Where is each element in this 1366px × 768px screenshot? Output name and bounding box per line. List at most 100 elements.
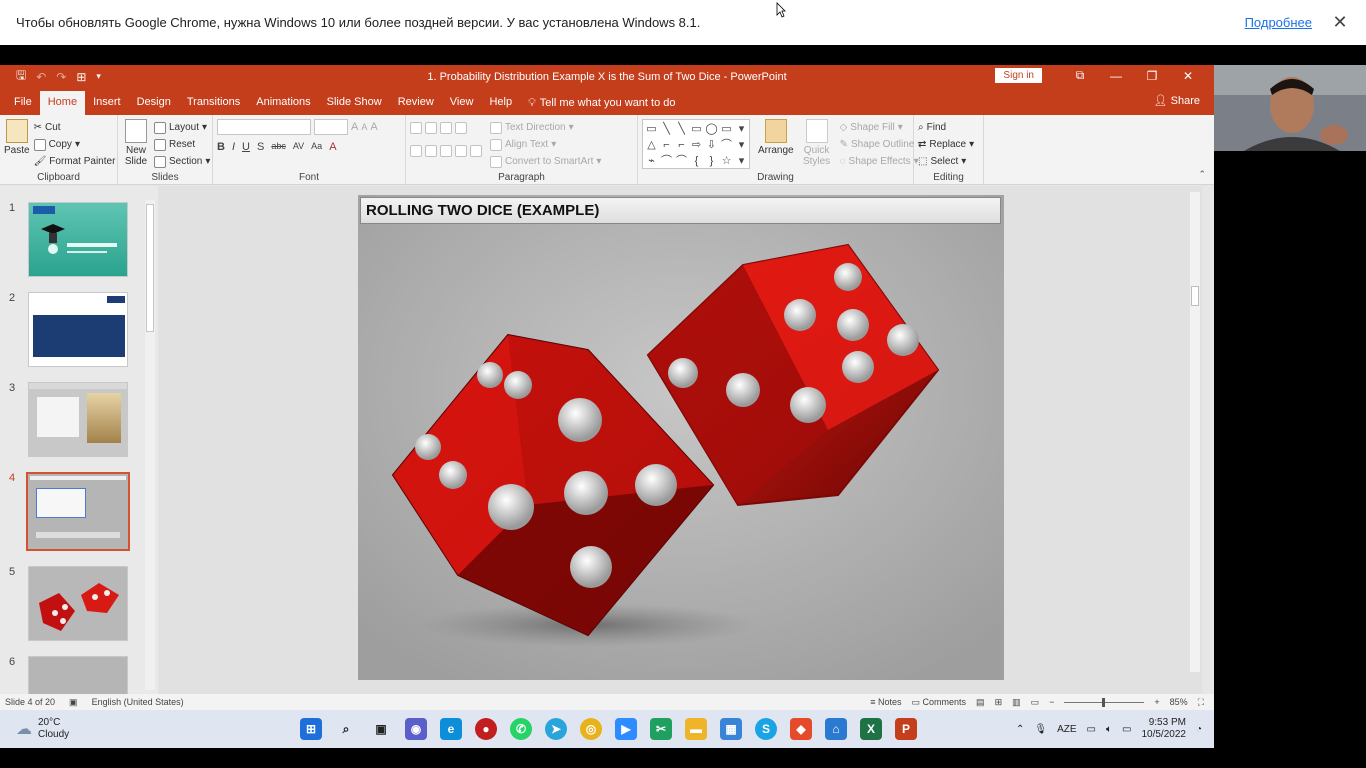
weather-widget[interactable]: ☁ 20°C Cloudy	[0, 717, 200, 741]
microphone-icon[interactable]: 🎙︎	[1034, 724, 1047, 735]
cut-button[interactable]: ✂ Cut	[34, 119, 116, 136]
minimize-icon[interactable]: —	[1098, 69, 1134, 83]
find-button[interactable]: ⌕ Find	[918, 119, 979, 136]
shape-fill-button[interactable]: ◇ Shape Fill ▾	[840, 119, 923, 136]
copy-button[interactable]: Copy ▾	[33, 136, 116, 153]
slide-show-icon[interactable]: ▭	[1031, 697, 1040, 708]
zoom-in-icon[interactable]: +	[1154, 697, 1159, 707]
select-button[interactable]: ⬚ Select ▾	[918, 153, 979, 170]
customize-qat-icon[interactable]: ▾	[96, 71, 101, 82]
tab-help[interactable]: Help	[481, 91, 520, 115]
align-center-icon[interactable]	[425, 144, 437, 157]
zoom-level[interactable]: 85%	[1170, 697, 1188, 707]
slide-thumbnail-6[interactable]	[28, 656, 128, 696]
language-indicator[interactable]: English (United States)	[92, 697, 184, 707]
powerpoint-icon[interactable]: P	[895, 718, 917, 740]
notes-button[interactable]: ≡ Notes	[870, 697, 901, 707]
thumbnail-scroll-thumb[interactable]	[146, 204, 154, 332]
clock[interactable]: 9:53 PM 10/5/2022	[1141, 717, 1186, 741]
shadow-icon[interactable]: S	[257, 141, 264, 153]
photos-icon[interactable]: ▦	[720, 718, 742, 740]
tell-me-box[interactable]: 💡︎ Tell me what you want to do	[520, 91, 683, 115]
task-view-icon[interactable]: ▣	[370, 718, 392, 740]
text-direction-button[interactable]: Text Direction ▾	[490, 119, 601, 136]
tab-review[interactable]: Review	[390, 91, 442, 115]
font-color-icon[interactable]: A	[329, 141, 336, 153]
infobar-more-link[interactable]: Подробнее	[1245, 15, 1312, 30]
thumbnail-scrollbar[interactable]	[145, 200, 155, 690]
italic-icon[interactable]: I	[232, 141, 235, 153]
new-slide-button[interactable]: New Slide	[122, 119, 150, 170]
align-text-button[interactable]: Align Text ▾	[490, 136, 601, 153]
chat-icon[interactable]: ◉	[405, 718, 427, 740]
volume-icon[interactable]: 🔈︎	[1106, 724, 1112, 735]
redo-icon[interactable]: ↷	[56, 70, 66, 84]
excel-icon[interactable]: X	[860, 718, 882, 740]
format-painter-button[interactable]: 🖌︎ Format Painter	[34, 153, 116, 170]
replace-button[interactable]: ⇄ Replace ▾	[918, 136, 979, 153]
app-icon[interactable]: ◆	[790, 718, 812, 740]
slide-thumbnail-3[interactable]	[28, 382, 128, 457]
slide-thumbnail-5[interactable]	[28, 566, 128, 641]
quick-styles-button[interactable]: Quick Styles	[802, 119, 832, 170]
infobar-close-icon[interactable]: ✕	[1330, 12, 1350, 33]
skype-icon[interactable]: S	[755, 718, 777, 740]
decrease-indent-icon[interactable]	[440, 121, 452, 134]
chevron-up-icon[interactable]: ⌃	[1016, 724, 1024, 735]
record-icon[interactable]: ●	[475, 718, 497, 740]
file-explorer-icon[interactable]: ▬	[685, 718, 707, 740]
reset-button[interactable]: Reset	[154, 136, 210, 153]
reading-view-icon[interactable]: ▥	[1012, 697, 1021, 708]
battery-icon[interactable]: ▭	[1122, 724, 1131, 735]
change-case-icon[interactable]: Aa	[311, 141, 322, 153]
current-slide[interactable]: ROLLING TWO DICE (EXAMPLE)	[358, 195, 1004, 680]
arrange-button[interactable]: Arrange	[758, 119, 794, 170]
restore-icon[interactable]: ❐	[1134, 69, 1170, 83]
convert-smartart-button[interactable]: Convert to SmartArt ▾	[490, 153, 601, 170]
start-from-beginning-icon[interactable]: ⊞	[76, 70, 86, 84]
fit-to-window-icon[interactable]: ⛶	[1198, 697, 1204, 708]
shapes-gallery[interactable]: ▭ ╲ ╲ ▭ ◯ ▭ ▾ △ ⌐ ⌐ ⇨ ⇩ ⌒ ▾ ⌁ ⌒ ⌒{} ☆ ▾	[642, 119, 750, 169]
columns-icon[interactable]	[470, 144, 482, 157]
share-button[interactable]: 👤︎ Share	[1154, 94, 1200, 107]
slide-scrollbar[interactable]	[1190, 192, 1200, 672]
clear-format-icon[interactable]: A	[370, 121, 377, 133]
chrome-icon[interactable]: ◎	[580, 718, 602, 740]
shrink-font-icon[interactable]: A	[361, 122, 367, 132]
justify-icon[interactable]	[455, 144, 467, 157]
spellcheck-icon[interactable]: ▣	[69, 697, 78, 708]
slide-title[interactable]: ROLLING TWO DICE (EXAMPLE)	[360, 197, 1001, 224]
align-right-icon[interactable]	[440, 144, 452, 157]
comments-button[interactable]: ▭ Comments	[912, 697, 967, 708]
numbering-icon[interactable]	[425, 121, 437, 134]
sign-in-button[interactable]: Sign in	[995, 68, 1042, 83]
slide-scroll-thumb[interactable]	[1191, 286, 1199, 306]
increase-indent-icon[interactable]	[455, 121, 467, 134]
shape-effects-button[interactable]: ◌ Shape Effects ▾	[840, 153, 923, 170]
tab-animations[interactable]: Animations	[248, 91, 318, 115]
char-spacing-icon[interactable]: AV	[293, 141, 304, 153]
zoom-slider[interactable]	[1064, 697, 1145, 707]
slide-sorter-icon[interactable]: ⊞	[995, 697, 1003, 708]
layout-button[interactable]: Layout ▾	[154, 119, 210, 136]
strikethrough-icon[interactable]: abc	[271, 141, 286, 153]
tab-design[interactable]: Design	[129, 91, 179, 115]
whatsapp-icon[interactable]: ✆	[510, 718, 532, 740]
tab-file[interactable]: File	[6, 91, 40, 115]
undo-icon[interactable]: ↶	[36, 70, 46, 84]
store-icon[interactable]: ⌂	[825, 718, 847, 740]
grow-font-icon[interactable]: A	[351, 121, 358, 133]
snipping-tool-icon[interactable]: ✂	[650, 718, 672, 740]
network-icon[interactable]: ▭	[1087, 724, 1096, 735]
slide-thumbnail-4[interactable]	[26, 472, 130, 551]
font-name-box[interactable]	[217, 119, 311, 135]
search-icon[interactable]: ⌕	[335, 718, 357, 740]
underline-icon[interactable]: U	[242, 141, 250, 153]
bullets-icon[interactable]	[410, 121, 422, 134]
close-window-icon[interactable]: ✕	[1170, 69, 1206, 83]
zoom-icon[interactable]: ▶	[615, 718, 637, 740]
notification-icon[interactable]: ◔	[1196, 724, 1202, 735]
slide-thumbnail-2[interactable]	[28, 292, 128, 367]
bold-icon[interactable]: B	[217, 141, 225, 153]
zoom-out-icon[interactable]: −	[1049, 697, 1054, 707]
